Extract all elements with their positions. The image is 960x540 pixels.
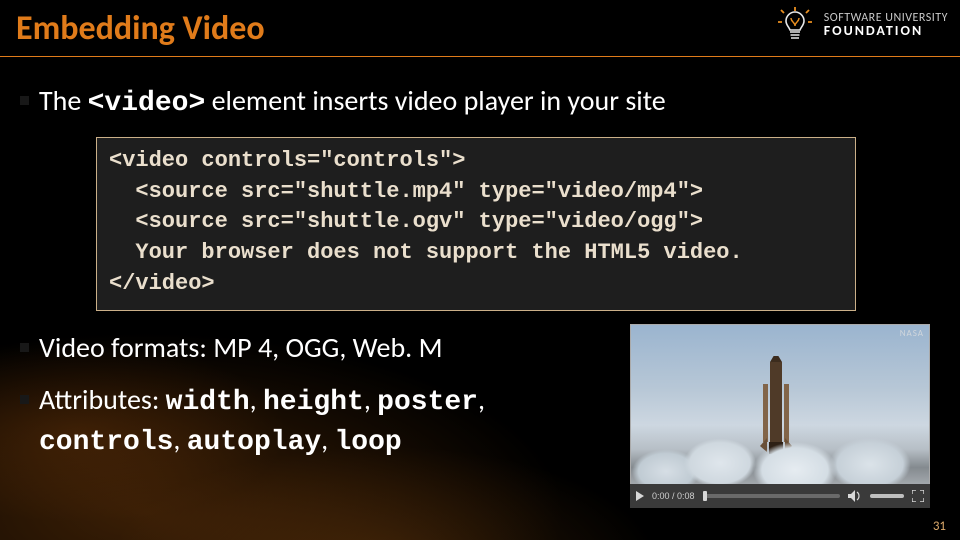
code-line-4: Your browser does not support the HTML5 …	[109, 240, 743, 265]
progress-bar[interactable]	[703, 494, 840, 498]
intro-tag: <video>	[88, 88, 206, 119]
attr-autoplay: autoplay	[187, 427, 321, 458]
video-thumbnail: NASA 0:00 / 0:08	[630, 324, 930, 508]
attr-loop: loop	[335, 427, 402, 458]
bullet-icon	[20, 96, 29, 105]
bullet-intro: The <video> element inserts video player…	[20, 82, 940, 123]
formats-list: MP 4, OGG, Web. M	[213, 330, 442, 365]
play-button[interactable]	[636, 491, 644, 501]
slide-title: Embedding Video	[16, 8, 265, 49]
formats-pre: Video formats:	[39, 330, 213, 365]
smoke-cloud	[630, 414, 930, 484]
time-display: 0:00 / 0:08	[652, 491, 695, 501]
volume-icon[interactable]	[848, 490, 862, 502]
slide: Embedding Video SOFTWARE UNIVERSITY FOUN…	[0, 0, 960, 540]
video-controls-bar: 0:00 / 0:08	[630, 484, 930, 508]
attr-width: width	[166, 387, 250, 418]
logo-text: SOFTWARE UNIVERSITY FOUNDATION	[824, 12, 948, 38]
code-block: <video controls="controls"> <source src=…	[96, 137, 856, 311]
page-number: 31	[933, 519, 946, 534]
attr-height: height	[263, 387, 364, 418]
fullscreen-icon[interactable]	[912, 490, 924, 502]
bullet-intro-text: The <video> element inserts video player…	[39, 82, 666, 123]
intro-post: element inserts video player in your sit…	[205, 83, 665, 118]
bullet-icon	[20, 395, 29, 404]
attrs-pre: Attributes:	[39, 382, 166, 417]
code-line-3: <source src="shuttle.ogv" type="video/og…	[109, 209, 703, 234]
bullet-formats-text: Video formats: MP 4, OGG, Web. M	[39, 329, 443, 367]
logo-line-2: FOUNDATION	[824, 24, 948, 38]
logo: SOFTWARE UNIVERSITY FOUNDATION	[774, 4, 948, 46]
attr-poster: poster	[377, 387, 478, 418]
bullet-attrs-text: Attributes: width, height, poster, contr…	[39, 381, 599, 463]
bullet-icon	[20, 343, 29, 352]
watermark-text: NASA	[900, 328, 924, 339]
title-underline	[0, 56, 960, 57]
code-line-2: <source src="shuttle.mp4" type="video/mp…	[109, 179, 703, 204]
intro-pre: The	[39, 83, 88, 118]
code-line-5: </video>	[109, 271, 215, 296]
attr-controls: controls	[39, 427, 173, 458]
volume-slider[interactable]	[870, 494, 904, 498]
code-line-1: <video controls="controls">	[109, 148, 465, 173]
lightbulb-icon	[774, 4, 816, 46]
